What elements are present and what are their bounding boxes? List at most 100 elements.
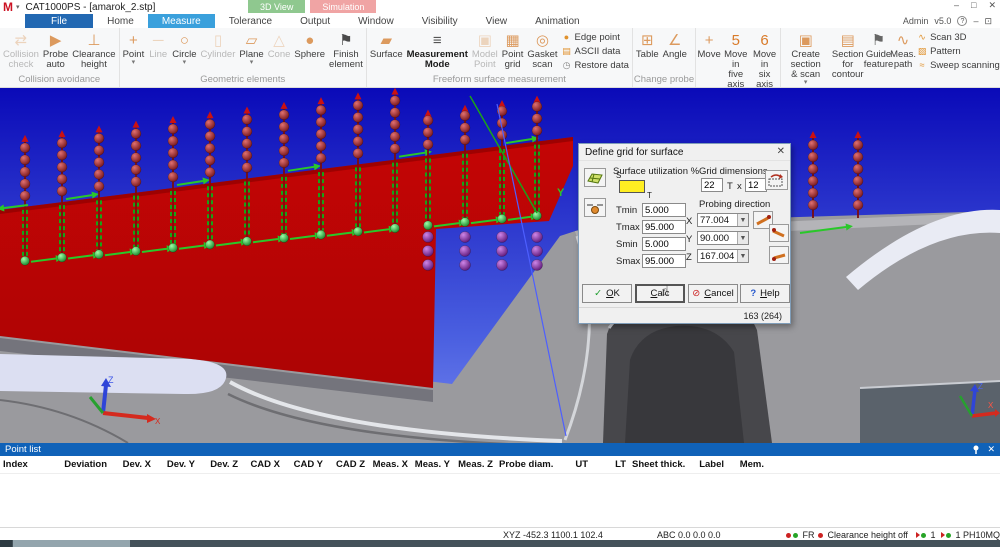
tab-window[interactable]: Window: [344, 14, 408, 28]
ribbon-item-create-section-scan[interactable]: ▣Create section & scan▾: [782, 29, 830, 86]
tab-view[interactable]: View: [472, 14, 522, 28]
column-header-cad-x[interactable]: CAD X: [241, 459, 283, 470]
horizontal-scrollbar[interactable]: [0, 540, 1000, 547]
probe-x-combo[interactable]: 77.004▼: [697, 213, 749, 227]
column-header-label[interactable]: Label: [687, 459, 727, 470]
probe-index-indicator[interactable]: 1: [916, 530, 936, 540]
help-icon[interactable]: ?: [957, 16, 967, 26]
simulation-button[interactable]: Simulation: [310, 0, 376, 13]
column-header-lt[interactable]: LT: [591, 459, 629, 470]
cancel-button[interactable]: ⊘ Cancel: [688, 284, 738, 303]
ribbon-item-sphere[interactable]: ●Sphere: [292, 29, 327, 60]
view-3d-button[interactable]: 3D View: [248, 0, 305, 13]
column-header-cad-y[interactable]: CAD Y: [283, 459, 326, 470]
column-header-dev-z[interactable]: Dev. Z: [198, 459, 241, 470]
maximize-button[interactable]: □: [971, 0, 976, 11]
column-header-cad-z[interactable]: CAD Z: [326, 459, 368, 470]
probe-move-icon: [586, 201, 604, 215]
tmin-input[interactable]: [642, 203, 686, 217]
viewport-3d[interactable]: Y Z X Z X: [0, 88, 1000, 443]
point-list-body[interactable]: [0, 474, 1000, 527]
column-header-meas-y[interactable]: Meas. Y: [411, 459, 453, 470]
smin-input[interactable]: [642, 237, 686, 251]
ribbon-item-plane[interactable]: ▱Plane▾: [237, 29, 265, 66]
tab-output[interactable]: Output: [286, 14, 344, 28]
grid-t-input[interactable]: [701, 178, 723, 192]
column-header-sheet-thick[interactable]: Sheet thick.: [629, 459, 687, 470]
scrollbar-left-button[interactable]: [0, 540, 12, 547]
move-six-axis-icon: 6: [760, 30, 768, 50]
column-header-meas-z[interactable]: Meas. Z: [453, 459, 496, 470]
panel-close-icon[interactable]: ✕: [987, 444, 995, 455]
probe-z-combo[interactable]: 167.004▼: [697, 249, 749, 263]
ribbon-item-clearance-height[interactable]: ⊥Clearance height: [70, 29, 117, 70]
edge-point-icon: ●: [562, 32, 572, 42]
ribbon-item-scan-3d[interactable]: ∿Scan 3D: [917, 31, 1000, 43]
grid-s-input[interactable]: [745, 178, 767, 192]
model-point-icon: ▣: [478, 30, 492, 50]
ribbon-item-point-grid[interactable]: ▦Point grid: [500, 29, 526, 70]
ribbon-item-surface[interactable]: ▰Surface: [368, 29, 405, 60]
tmax-input[interactable]: [642, 220, 686, 234]
column-header-mem[interactable]: Mem.: [727, 459, 767, 470]
ribbon-item-table[interactable]: ⊞Table: [634, 29, 661, 60]
ribbon-item-measurement-mode[interactable]: ≡Measurement Mode: [405, 29, 470, 70]
probe-name-indicator[interactable]: 1 PH10MQ: [941, 530, 1000, 540]
ribbon-item-section-for-contour[interactable]: ▤Section for contour: [830, 29, 866, 80]
ribbon-item-probe-auto[interactable]: ▶Probe auto: [41, 29, 70, 70]
tab-measure[interactable]: Measure: [148, 14, 215, 28]
ribbon-item-point[interactable]: +Point▾: [121, 29, 147, 66]
ribbon-item-circle[interactable]: ○Circle▾: [170, 29, 198, 66]
ribbon-item-gasket-scan[interactable]: ◎Gasket scan: [525, 29, 559, 70]
pin-icon[interactable]: [972, 445, 980, 454]
ribbon-item-sweep-scanning[interactable]: ≈Sweep scanning: [917, 59, 1000, 71]
ribbon-item-angle[interactable]: ∠Angle: [661, 29, 689, 60]
ribbon-item-meas-path[interactable]: ∿Meas. path: [891, 29, 915, 70]
point-list-header-row[interactable]: IndexDeviationDev. XDev. YDev. ZCAD XCAD…: [0, 456, 1000, 474]
tab-animation[interactable]: Animation: [521, 14, 593, 28]
clearance-height-indicator[interactable]: Clearance height off: [818, 530, 908, 540]
column-header-dev-y[interactable]: Dev. Y: [154, 459, 198, 470]
help-button[interactable]: ? Help: [740, 284, 790, 303]
smax-input[interactable]: [642, 254, 686, 268]
tab-home[interactable]: Home: [93, 14, 148, 28]
calc-button[interactable]: Calc: [635, 284, 685, 303]
dialog-title[interactable]: Define grid for surface: [579, 144, 790, 161]
ribbon-item-restore-data[interactable]: ◷Restore data: [562, 59, 629, 71]
probe-dir-z-icon-button[interactable]: [769, 246, 789, 264]
tab-file[interactable]: File: [25, 14, 93, 28]
ribbon-toolbar: ⇄Collision check▶Probe auto⊥Clearance he…: [0, 28, 1000, 88]
column-header-probe-diam[interactable]: Probe diam.: [496, 459, 551, 470]
create-section-icon: ▣: [799, 30, 813, 50]
ribbon-item-move-in-five-axis[interactable]: 5Move in five axis: [721, 29, 750, 88]
column-header-deviation[interactable]: Deviation: [55, 459, 110, 470]
surface-select-icon-button[interactable]: [584, 168, 606, 187]
dialog-close-icon[interactable]: ✕: [777, 146, 785, 157]
ribbon-item-move-in-six-axis[interactable]: 6Move in six axis: [750, 29, 778, 88]
probe-dir-y-icon-button[interactable]: [769, 224, 789, 242]
close-button[interactable]: ✕: [988, 0, 996, 11]
column-header-ut[interactable]: UT: [551, 459, 591, 470]
point-list-title-bar[interactable]: Point list ✕: [0, 443, 1000, 456]
ribbon-item-ascii-data[interactable]: ▤ASCII data: [562, 45, 629, 57]
tab-tolerance[interactable]: Tolerance: [215, 14, 286, 28]
grid-config-icon-button[interactable]: [765, 170, 788, 190]
column-header-meas-x[interactable]: Meas. X: [368, 459, 411, 470]
ribbon-item-finish-element[interactable]: ⚑Finish element: [327, 29, 365, 70]
column-header-index[interactable]: Index: [0, 459, 55, 470]
scrollbar-thumb[interactable]: [13, 540, 130, 547]
minimize-button[interactable]: –: [954, 0, 959, 11]
ok-button[interactable]: ✓ OK: [582, 284, 632, 303]
chevron-down-icon[interactable]: ▾: [16, 3, 20, 11]
ribbon-item-guide-feature[interactable]: ⚑Guide feature: [866, 29, 891, 70]
ribbon-pin-icon[interactable]: ⊡: [984, 16, 992, 27]
ribbon-item-edge-point[interactable]: ●Edge point: [562, 31, 629, 43]
tab-visibility[interactable]: Visibility: [408, 14, 472, 28]
probe-y-combo[interactable]: 90.000▼: [697, 231, 749, 245]
fr-indicator[interactable]: FR: [786, 530, 815, 540]
ribbon-item-move[interactable]: +Move: [697, 29, 721, 60]
ribbon-minimize-icon[interactable]: ‒: [973, 16, 978, 26]
ribbon-item-pattern[interactable]: ▨Pattern: [917, 45, 1000, 57]
probe-move-icon-button[interactable]: [584, 198, 606, 217]
column-header-dev-x[interactable]: Dev. X: [110, 459, 154, 470]
